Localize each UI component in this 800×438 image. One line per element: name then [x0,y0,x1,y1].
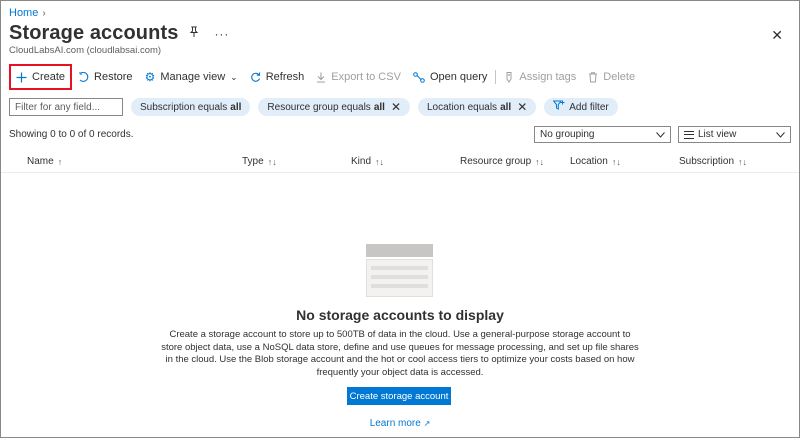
empty-state-description: Create a storage account to store up to … [161,329,639,378]
query-icon [413,71,425,83]
resource-group-filter-label: Resource group equals [267,101,371,113]
chevron-down-icon [656,130,665,140]
column-header-label: Kind [351,156,372,167]
column-header-subscription[interactable]: Subscription ↑↓ [679,156,747,167]
list-view-icon [684,130,694,139]
subscription-filter-value: all [230,101,242,113]
filter-input[interactable] [9,98,123,116]
add-filter-label: Add filter [569,101,609,113]
resource-group-filter-value: all [373,101,385,113]
open-query-button[interactable]: Open query [407,66,493,88]
chevron-down-icon [776,130,785,140]
refresh-label: Refresh [265,71,305,83]
column-header-label: Name [27,156,54,167]
illustration-header-bar [366,244,433,257]
refresh-button[interactable]: Refresh [244,66,311,88]
subscription-filter-label: Subscription equals [140,101,228,113]
learn-more-link[interactable]: Learn more [370,418,421,429]
breadcrumb: Home › [9,7,46,19]
location-filter-value: all [500,101,512,113]
assign-tags-button[interactable]: Assign tags [498,66,582,88]
remove-location-filter-icon[interactable]: ✕ [517,100,527,114]
breadcrumb-chevron-icon: › [42,7,46,19]
illustration-line [371,275,428,279]
trash-icon [588,71,598,83]
view-dropdown[interactable]: List view [678,126,791,143]
location-filter-label: Location equals [427,101,498,113]
create-label: Create [32,71,66,83]
sort-ascending-icon: ↑ [57,156,63,167]
column-header-type[interactable]: Type ↑↓ [242,156,277,167]
gear-icon: ⚙ [144,70,156,84]
illustration-line [371,284,428,288]
restore-button[interactable]: Restore [72,66,139,88]
learn-more-row: Learn more ↗ [1,418,799,429]
sort-icon: ↑↓ [611,156,621,167]
refresh-icon [250,72,261,83]
download-icon [316,72,326,83]
toolbar-divider [495,70,497,84]
location-filter-pill[interactable]: Location equals all ✕ [418,98,537,116]
resource-group-filter-pill[interactable]: Resource group equals all ✕ [258,98,410,116]
column-header-label: Location [570,156,608,167]
create-button[interactable]: Create [9,64,73,90]
table-header: Name ↑ Type ↑↓ Kind ↑↓ Resource group ↑↓… [1,151,799,173]
records-count: Showing 0 to 0 of 0 records. [9,129,134,140]
manage-view-button[interactable]: ⚙ Manage view ⌄ [139,66,244,88]
subscription-filter-pill[interactable]: Subscription equals all [131,98,251,116]
empty-state-illustration [366,244,433,297]
sort-icon: ↑↓ [738,156,748,167]
filter-row: Subscription equals all Resource group e… [9,98,618,116]
grouping-selected: No grouping [540,129,595,140]
column-header-label: Subscription [679,156,735,167]
column-header-resource-group[interactable]: Resource group ↑↓ [460,156,544,167]
chevron-down-icon: ⌄ [230,71,238,82]
open-query-label: Open query [429,71,488,83]
more-options-icon[interactable]: ··· [214,27,229,41]
add-filter-button[interactable]: Add filter [544,98,618,116]
add-filter-icon [552,100,565,114]
command-bar: Create Restore ⚙ Manage view ⌄ Refresh E… [9,64,641,90]
view-selected: List view [698,129,737,140]
create-storage-account-button[interactable]: Create storage account [347,387,451,405]
restore-label: Restore [94,71,133,83]
tag-icon [504,71,514,83]
page-title: Storage accounts [9,22,179,44]
column-header-label: Type [242,156,264,167]
export-csv-button[interactable]: Export to CSV [310,66,407,88]
close-icon[interactable]: ✕ [771,27,783,44]
sort-icon: ↑↓ [267,156,277,167]
column-header-label: Resource group [460,156,532,167]
assign-tags-label: Assign tags [519,71,577,83]
sort-icon: ↑↓ [535,156,545,167]
external-link-icon: ↗ [423,419,431,428]
storage-accounts-blade: Home › Storage accounts ··· CloudLabsAI.… [0,0,800,438]
restore-icon [78,71,89,83]
breadcrumb-home-link[interactable]: Home [9,7,38,19]
column-header-name[interactable]: Name ↑ [27,156,62,167]
export-csv-label: Export to CSV [331,71,401,83]
column-header-kind[interactable]: Kind ↑↓ [351,156,384,167]
page-subtitle: CloudLabsAI.com (cloudlabsai.com) [9,45,162,56]
delete-button[interactable]: Delete [582,66,641,88]
remove-resource-group-filter-icon[interactable]: ✕ [391,100,401,114]
sort-icon: ↑↓ [375,156,385,167]
column-header-location[interactable]: Location ↑↓ [570,156,621,167]
illustration-body [366,259,433,297]
pin-icon[interactable] [188,26,200,41]
delete-label: Delete [603,71,636,83]
grouping-dropdown[interactable]: No grouping [534,126,671,143]
title-row: Storage accounts ··· [9,22,229,45]
empty-state-title: No storage accounts to display [296,307,504,323]
illustration-line [371,266,428,270]
manage-view-label: Manage view [160,71,226,83]
plus-icon [16,72,27,83]
